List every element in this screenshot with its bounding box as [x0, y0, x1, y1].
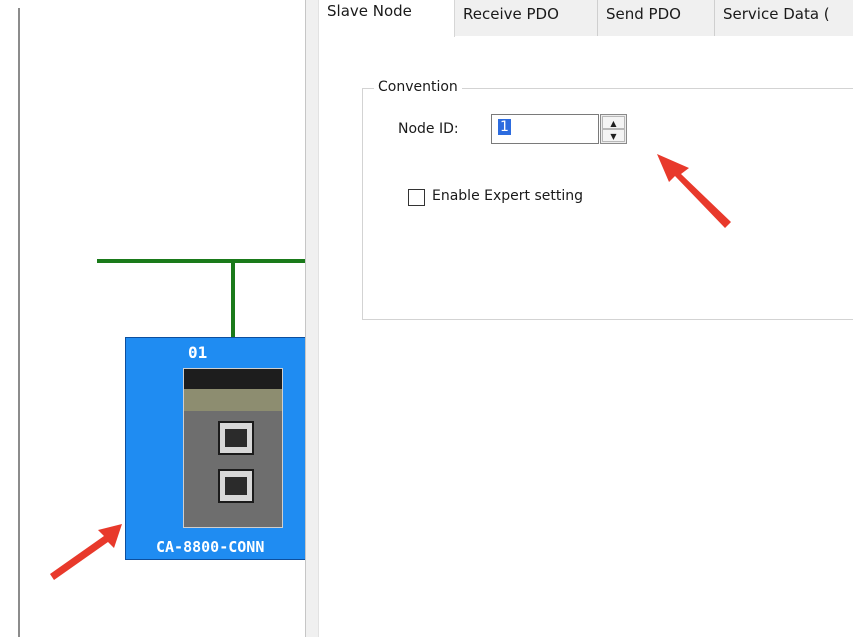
pane-splitter[interactable]	[305, 0, 319, 637]
tab-send-pdo[interactable]: Send PDO	[598, 0, 715, 36]
node-number-label: 01	[188, 343, 208, 362]
tab-strip: Slave Node Receive PDO Send PDO Service …	[319, 0, 853, 37]
node-id-value: 1	[498, 119, 511, 135]
node-id-input[interactable]: 1	[491, 114, 599, 144]
convention-groupbox: Convention Node ID: 1 ▲ ▼ Enable Expert …	[362, 79, 853, 320]
properties-pane: Slave Node Receive PDO Send PDO Service …	[319, 0, 853, 637]
canbus-line	[97, 259, 305, 263]
tab-receive-pdo[interactable]: Receive PDO	[455, 0, 598, 36]
ethernet-port-icon	[218, 469, 254, 503]
node-id-spinner[interactable]: ▲ ▼	[600, 114, 627, 144]
red-arrow-icon	[50, 524, 122, 580]
tab-service-data[interactable]: Service Data (	[715, 0, 853, 36]
group-title: Convention	[374, 79, 462, 95]
device-module-image	[183, 368, 283, 528]
device-name-label: CA-8800-CONN	[156, 538, 265, 556]
slave-node-device[interactable]: 01 CA-8800-CONN	[125, 337, 305, 560]
canvas-border	[18, 8, 20, 637]
tab-slave-node[interactable]: Slave Node	[319, 0, 455, 37]
network-canvas[interactable]: 01 CA-8800-CONN	[0, 0, 305, 637]
expert-setting-label[interactable]: Enable Expert setting	[432, 188, 583, 204]
expert-setting-checkbox[interactable]	[408, 189, 425, 206]
node-id-label: Node ID:	[398, 121, 459, 137]
spin-up-arrow-icon[interactable]: ▲	[602, 116, 625, 129]
spin-down-arrow-icon[interactable]: ▼	[602, 129, 625, 142]
ethernet-port-icon	[218, 421, 254, 455]
red-arrow-icon	[657, 154, 731, 228]
